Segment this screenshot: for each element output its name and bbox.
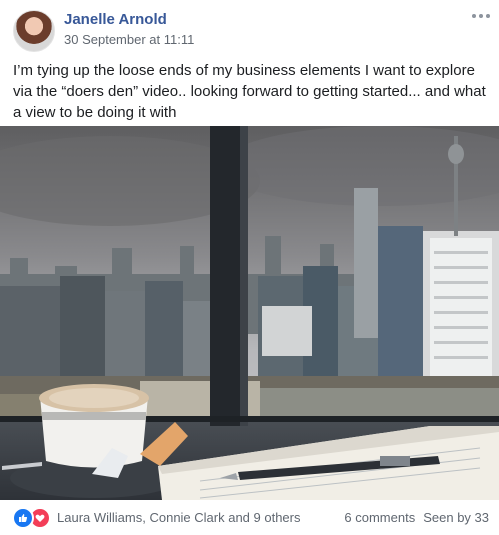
post-text: I’m tying up the loose ends of my busine…	[13, 62, 486, 121]
comments-count[interactable]: 6 comments	[344, 510, 415, 525]
post-meta: Janelle Arnold 30 September at 11:11	[64, 11, 194, 49]
post-timestamp[interactable]: 30 September at 11:11	[64, 31, 194, 49]
more-icon[interactable]	[472, 10, 490, 22]
feed-post: Janelle Arnold 30 September at 11:11 I’m…	[0, 0, 499, 535]
post-header: Janelle Arnold 30 September at 11:11	[13, 10, 194, 52]
avatar[interactable]	[13, 10, 55, 52]
author-name[interactable]: Janelle Arnold	[64, 11, 194, 29]
reaction-icons[interactable]	[12, 506, 51, 529]
post-footer: Laura Williams, Connie Clark and 9 other…	[0, 500, 499, 535]
like-reaction-icon[interactable]	[12, 506, 34, 529]
seen-count[interactable]: Seen by 33	[423, 510, 489, 525]
post-photo[interactable]	[0, 126, 499, 500]
reactors-summary[interactable]: Laura Williams, Connie Clark and 9 other…	[57, 510, 301, 525]
